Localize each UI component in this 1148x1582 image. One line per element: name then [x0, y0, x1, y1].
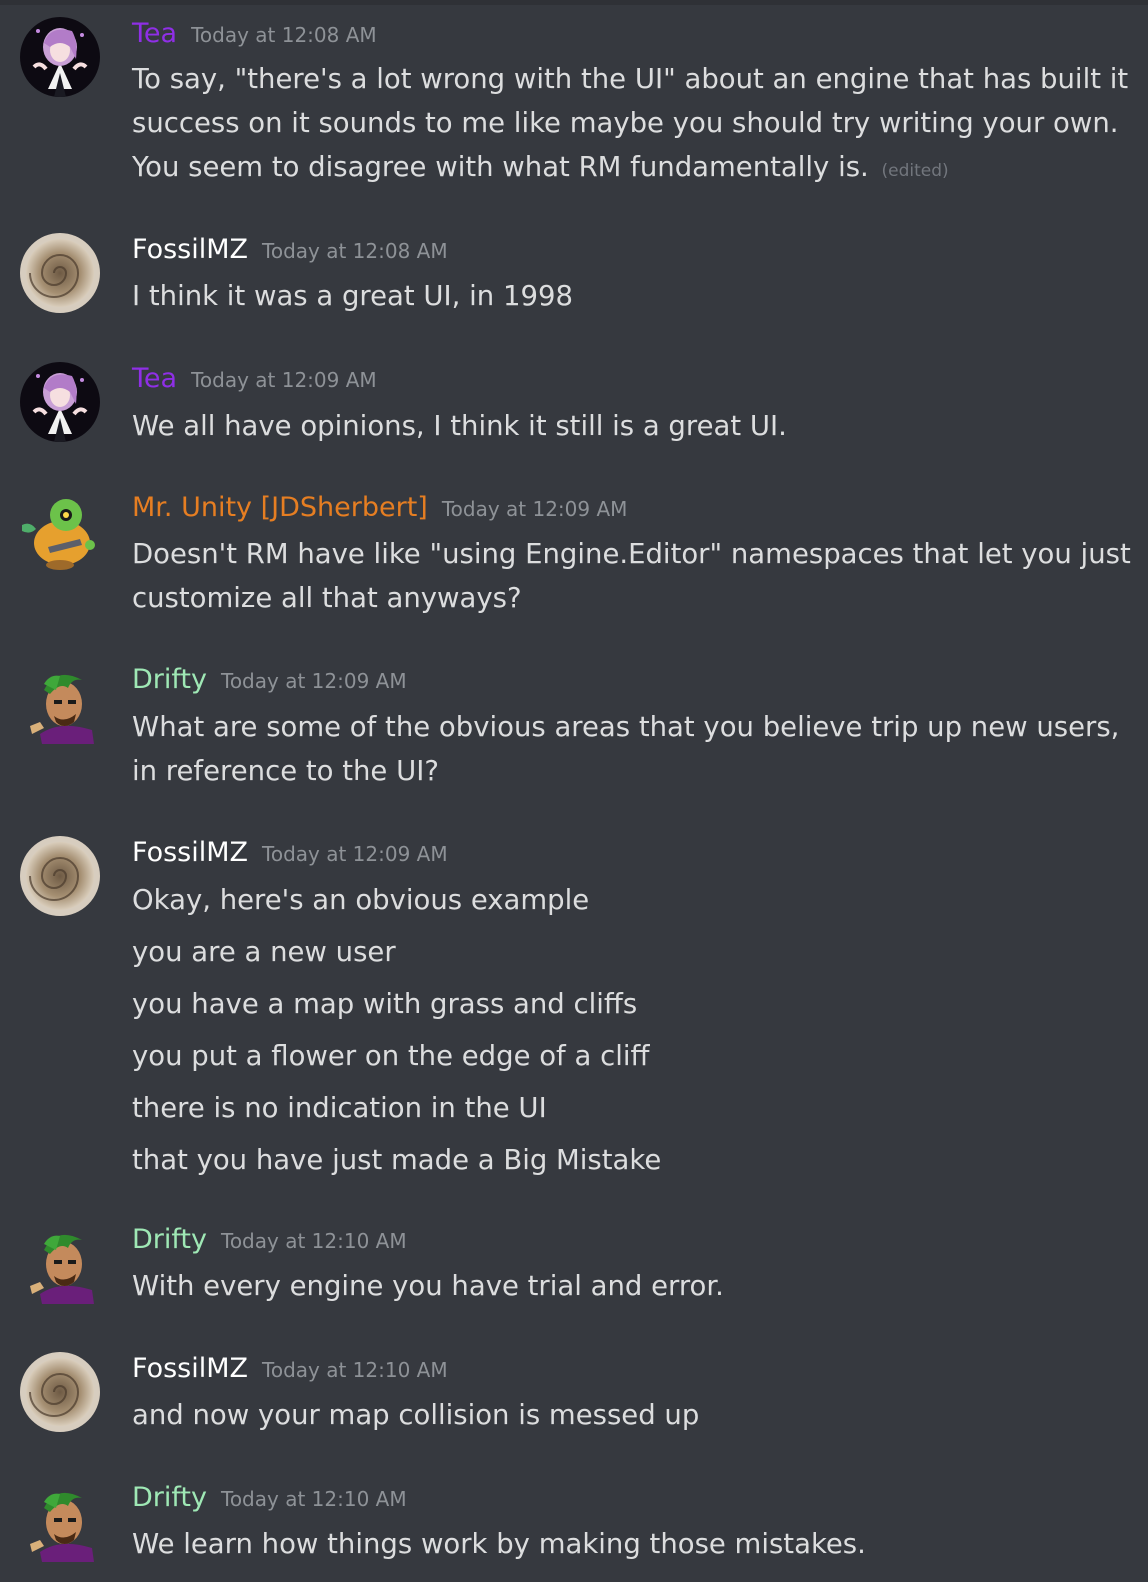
anime-girl-avatar[interactable]: [20, 17, 100, 97]
author-name[interactable]: FossilMZ: [132, 234, 248, 265]
timestamp: Today at 12:10 AM: [262, 1358, 448, 1382]
message-text: Doesn't RM have like "using Engine.Edito…: [132, 538, 1131, 614]
message-line: you have a map with grass and cliffs: [132, 988, 638, 1020]
message-text: To say, "there's a lot wrong with the UI…: [132, 63, 1129, 183]
message-header: Drifty Today at 12:09 AM: [132, 664, 407, 695]
message-line: Okay, here's an obvious example: [132, 884, 590, 916]
timestamp: Today at 12:08 AM: [262, 239, 448, 263]
green-haired-character-avatar[interactable]: [20, 1482, 100, 1562]
author-name[interactable]: Tea: [132, 363, 177, 394]
message-text: What are some of the obvious areas that …: [132, 711, 1120, 787]
edited-label: (edited): [881, 161, 949, 181]
message-content: To say, "there's a lot wrong with the UI…: [132, 57, 1137, 193]
author-name[interactable]: Drifty: [132, 1224, 207, 1255]
message-text: and now your map collision is messed up: [132, 1399, 700, 1431]
message-header: FossilMZ Today at 12:08 AM: [132, 234, 448, 265]
message-line: there is no indication in the UI: [132, 1092, 547, 1124]
timestamp: Today at 12:09 AM: [262, 842, 448, 866]
top-border: [0, 0, 1148, 5]
message-header: Mr. Unity [JDSherbert] Today at 12:09 AM: [132, 492, 627, 523]
author-name[interactable]: Tea: [132, 18, 177, 49]
timestamp: Today at 12:09 AM: [191, 368, 377, 392]
message-text: I think it was a great UI, in 1998: [132, 280, 573, 312]
message-header: FossilMZ Today at 12:09 AM: [132, 837, 448, 868]
author-name[interactable]: FossilMZ: [132, 1353, 248, 1384]
message-line: you put a flower on the edge of a cliff: [132, 1040, 650, 1072]
ammonite-fossil-avatar[interactable]: [20, 836, 100, 916]
author-name[interactable]: Drifty: [132, 1482, 207, 1513]
ammonite-fossil-avatar[interactable]: [20, 1352, 100, 1432]
timestamp: Today at 12:10 AM: [221, 1229, 407, 1253]
message-text: With every engine you have trial and err…: [132, 1270, 724, 1302]
message-header: FossilMZ Today at 12:10 AM: [132, 1353, 448, 1384]
author-name[interactable]: Mr. Unity [JDSherbert]: [132, 492, 428, 523]
message-header: Drifty Today at 12:10 AM: [132, 1224, 407, 1255]
timestamp: Today at 12:09 AM: [221, 669, 407, 693]
green-haired-character-avatar[interactable]: [20, 1224, 100, 1304]
green-haired-character-avatar[interactable]: [20, 664, 100, 744]
anime-girl-avatar[interactable]: [20, 362, 100, 442]
message-text: We all have opinions, I think it still i…: [132, 410, 787, 442]
message-header: Drifty Today at 12:10 AM: [132, 1482, 407, 1513]
message-header: Tea Today at 12:09 AM: [132, 363, 377, 394]
author-name[interactable]: FossilMZ: [132, 837, 248, 868]
message-header: Tea Today at 12:08 AM: [132, 18, 377, 49]
timestamp: Today at 12:08 AM: [191, 23, 377, 47]
author-name[interactable]: Drifty: [132, 664, 207, 695]
tonberry-avatar[interactable]: [20, 491, 100, 571]
timestamp: Today at 12:10 AM: [221, 1487, 407, 1511]
message-line: that you have just made a Big Mistake: [132, 1144, 662, 1176]
ammonite-fossil-avatar[interactable]: [20, 233, 100, 313]
timestamp: Today at 12:09 AM: [441, 497, 628, 521]
message-text: We learn how things work by making those…: [132, 1528, 866, 1560]
message-line: you are a new user: [132, 936, 396, 968]
